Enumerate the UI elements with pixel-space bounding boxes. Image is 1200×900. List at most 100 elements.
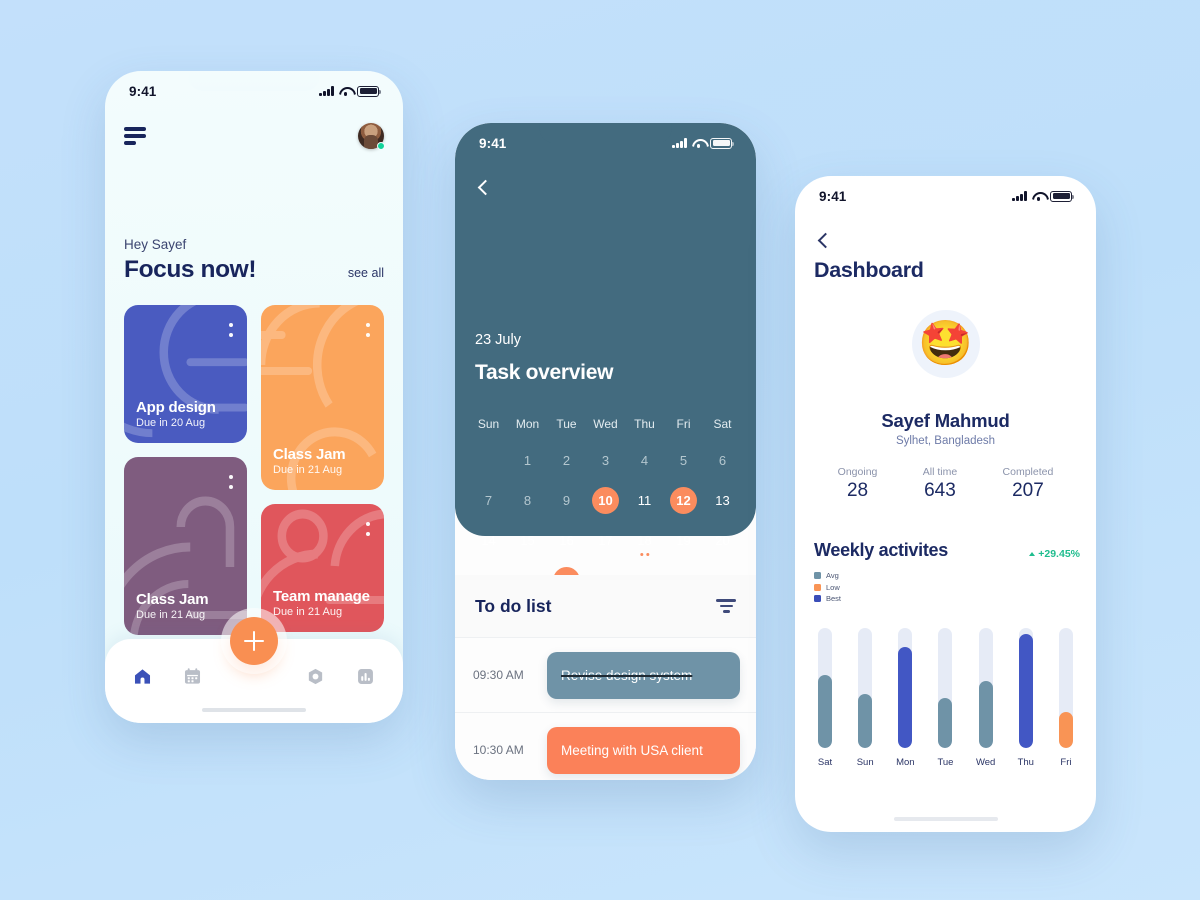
bar-label: Sat	[817, 757, 833, 768]
bar-track[interactable]	[898, 628, 913, 748]
bar-track[interactable]	[818, 628, 832, 748]
wifi-icon	[692, 138, 705, 149]
calendar-day[interactable]: 19	[664, 520, 703, 560]
calendar-dow-label: Wed	[593, 417, 618, 431]
task-card-due: Due in 21 Aug	[273, 464, 343, 476]
calendar-dow-label: Sat	[713, 417, 732, 431]
todo-label: Revise design system	[561, 667, 693, 683]
legend-swatch	[814, 572, 821, 579]
status-bar: 9:41	[105, 71, 403, 111]
user-location: Sylhet, Bangladesh	[895, 435, 996, 447]
online-status-dot	[377, 142, 385, 150]
bar-label: Sun	[856, 757, 874, 768]
avatar[interactable]	[358, 123, 385, 150]
todo-pill[interactable]: Meeting with USA client	[547, 726, 740, 774]
legend-label: Low	[826, 582, 840, 592]
calendar-icon[interactable]	[182, 665, 204, 687]
bar-track[interactable]	[1058, 628, 1073, 748]
calendar-day[interactable]: 8	[508, 480, 547, 520]
task-card-title: Team manage	[273, 588, 370, 605]
calendar-day[interactable]: 13	[703, 480, 742, 520]
target-icon[interactable]	[304, 665, 326, 687]
page-title: Dashboard	[814, 258, 924, 282]
signal-bars-icon	[1012, 191, 1027, 201]
kebab-menu-icon[interactable]	[229, 475, 233, 489]
bar-column: Tue	[931, 628, 959, 768]
calendar-day[interactable]: 1	[508, 440, 547, 480]
phone-dashboard-screen: 9:41 Dashboard 🤩 Sayef Mahmud Sylhet, Ba…	[795, 176, 1096, 832]
avatar[interactable]: 🤩	[911, 310, 980, 378]
kebab-menu-icon[interactable]	[366, 522, 370, 536]
calendar-day[interactable]: 9	[547, 480, 586, 520]
status-time: 9:41	[819, 188, 847, 204]
battery-icon	[357, 85, 382, 97]
bar-fill	[1018, 634, 1033, 748]
bar-track[interactable]	[978, 628, 993, 748]
calendar-dow-label: Sun	[477, 417, 500, 431]
todo-pill[interactable]: Revise design system	[547, 651, 740, 699]
bar-track[interactable]	[938, 628, 953, 748]
calendar-day[interactable]: 17	[586, 520, 625, 560]
calendar-day[interactable]: 7	[469, 480, 508, 520]
page-title: Task overview	[475, 361, 614, 384]
calendar-day[interactable]: 3	[586, 440, 625, 480]
task-card[interactable]: App design Due in 20 Aug	[124, 305, 247, 443]
task-card[interactable]: Class Jam Due in 21 Aug	[124, 457, 247, 635]
signal-bars-icon	[319, 86, 334, 96]
stat-label: All time	[922, 466, 958, 478]
wifi-icon	[1032, 191, 1045, 202]
calendar-day[interactable]: 2	[547, 440, 586, 480]
kebab-menu-icon[interactable]	[366, 323, 370, 337]
see-all-link[interactable]: see all	[348, 266, 384, 280]
calendar-day[interactable]: 20	[703, 520, 742, 560]
task-card[interactable]: Team manage Due in 21 Aug	[261, 504, 384, 632]
status-time: 9:41	[479, 135, 507, 151]
calendar-day[interactable]: 14	[469, 520, 508, 560]
calendar-week-row: 14 15 16 17 18 19 20	[469, 520, 742, 560]
phone-focus-screen: 9:41 Hey Sayef Focus now! see all App de…	[105, 71, 403, 723]
todo-label: Meeting with USA client	[561, 742, 703, 758]
calendar-day[interactable]: 15	[508, 520, 547, 560]
status-time: 9:41	[129, 83, 157, 99]
calendar-day[interactable]: 12	[664, 480, 703, 520]
stat-label: Ongoing	[837, 466, 878, 478]
legend-swatch	[814, 595, 821, 602]
stat-ongoing: Ongoing 28	[838, 466, 878, 502]
calendar-day-badge: 10	[592, 486, 619, 514]
bar-fill	[898, 647, 913, 748]
bottom-navigation	[105, 617, 403, 723]
calendar-day[interactable]: 5	[664, 440, 703, 480]
calendar-day[interactable]: 16	[547, 520, 586, 560]
todo-row[interactable]: 09:30 AM Revise design system	[455, 637, 756, 712]
signal-bars-icon	[672, 138, 687, 148]
task-card-due: Due in 21 Aug	[136, 609, 206, 621]
legend-label: Best	[826, 594, 842, 603]
calendar-dow-label: Tue	[556, 417, 577, 431]
back-chevron-icon[interactable]	[815, 233, 831, 249]
bar-track[interactable]	[1018, 628, 1033, 748]
calendar-day[interactable]: 4	[625, 440, 664, 480]
app-header	[124, 123, 385, 150]
kebab-menu-icon[interactable]	[229, 323, 233, 337]
bar-column: Mon	[891, 628, 919, 768]
add-task-fab[interactable]	[230, 617, 278, 665]
task-card-due: Due in 20 Aug	[136, 417, 206, 429]
back-chevron-icon[interactable]	[475, 180, 491, 196]
todo-row[interactable]: 10:30 AM Meeting with USA client	[455, 712, 756, 780]
calendar-day[interactable]: 6	[703, 440, 742, 480]
bar-fill	[1058, 712, 1073, 748]
task-card[interactable]: Class Jam Due in 21 Aug	[261, 305, 384, 490]
chart-icon[interactable]	[355, 665, 377, 687]
stat-all-time: All time 643	[923, 466, 957, 502]
stat-label: Completed	[1002, 466, 1054, 478]
bar-label: Fri	[1060, 757, 1072, 768]
filter-icon[interactable]	[716, 598, 736, 614]
battery-icon	[1050, 190, 1075, 202]
home-indicator	[202, 707, 306, 712]
calendar-day[interactable]: 10	[586, 480, 625, 520]
bar-track[interactable]	[858, 628, 873, 748]
hamburger-menu-icon[interactable]	[124, 127, 146, 145]
calendar-day[interactable]: 18	[625, 520, 664, 560]
home-icon[interactable]	[131, 665, 153, 687]
calendar-day[interactable]: 11	[625, 480, 664, 520]
